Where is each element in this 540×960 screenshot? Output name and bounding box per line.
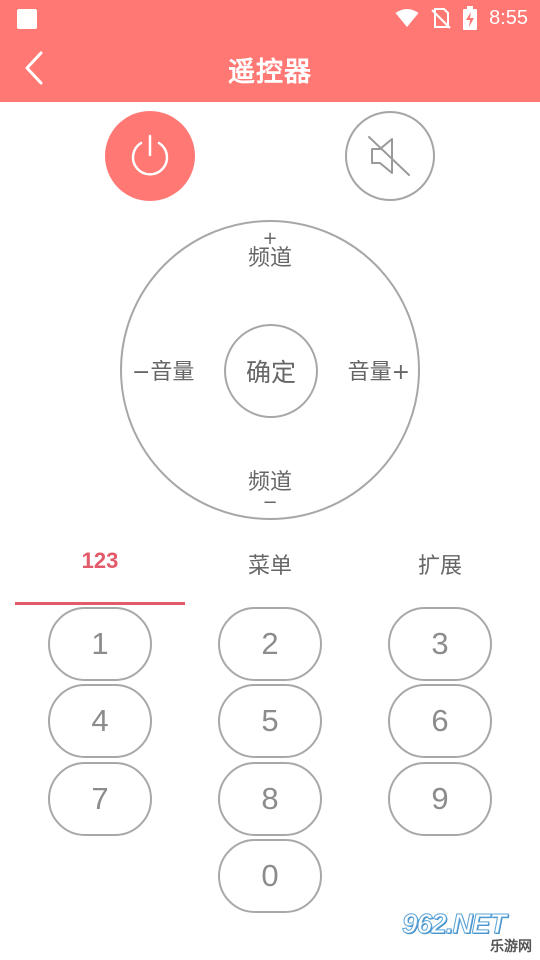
power-icon	[131, 134, 169, 176]
volume-mute-icon	[368, 136, 410, 176]
tab-number-pad[interactable]: 123	[15, 548, 185, 574]
channel-up-button[interactable]: + 频道	[122, 230, 418, 270]
key-0[interactable]: 0	[218, 839, 322, 913]
key-7[interactable]: 7	[48, 762, 152, 836]
mute-button[interactable]	[345, 111, 435, 201]
key-1[interactable]: 1	[48, 607, 152, 681]
page-title: 遥控器	[228, 57, 312, 88]
battery-charging-icon	[463, 6, 478, 30]
watermark-sub: 乐游网	[490, 939, 532, 955]
direction-pad: + 频道 −音量 确定 音量+ 频道 −	[120, 220, 420, 520]
channel-down-symbol: −	[262, 492, 278, 513]
key-9[interactable]: 9	[388, 762, 492, 836]
power-button[interactable]	[105, 111, 195, 201]
key-2[interactable]: 2	[218, 607, 322, 681]
key-8[interactable]: 8	[218, 762, 322, 836]
volume-down-button[interactable]: −音量	[132, 362, 194, 384]
channel-up-label: 频道	[247, 246, 292, 271]
tab-extension[interactable]: 扩展	[355, 548, 525, 580]
status-time: 8:55	[489, 6, 528, 29]
app-notification-icon	[17, 9, 37, 29]
wifi-icon	[395, 9, 419, 27]
key-3[interactable]: 3	[388, 607, 492, 681]
key-4[interactable]: 4	[48, 684, 152, 758]
key-5[interactable]: 5	[218, 684, 322, 758]
tab-menu[interactable]: 菜单	[185, 548, 355, 580]
ok-button[interactable]: 确定	[224, 324, 318, 418]
remote-control-screen: 8:55 遥控器 + 频道 −音量 确定 音量+ 频道 − 123 菜单 扩展 …	[0, 0, 540, 960]
key-6[interactable]: 6	[388, 684, 492, 758]
channel-down-button[interactable]: 频道 −	[122, 472, 418, 512]
volume-up-button[interactable]: 音量+	[348, 362, 410, 384]
no-sim-icon	[431, 8, 451, 29]
app-header: 8:55 遥控器	[0, 0, 540, 102]
status-icons: 8:55	[395, 4, 528, 32]
watermark-logo: 962.NET 乐游网	[402, 908, 538, 956]
active-tab-indicator	[15, 602, 185, 605]
